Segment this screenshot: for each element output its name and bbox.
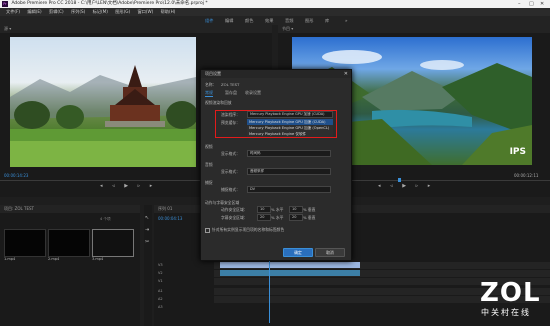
tab-ingest-settings[interactable]: 收录设置 xyxy=(245,90,261,96)
track-v3-label: V3 xyxy=(158,263,163,267)
audio-clip[interactable] xyxy=(220,270,360,276)
section-audio-heading: 音频 xyxy=(205,162,213,167)
show-names-option[interactable]: 针对所有实例显示项目项的名称和标签颜色 xyxy=(205,227,284,233)
title-safe-vertical-unit: % 垂直 xyxy=(303,215,316,220)
workspace-tab-assembly[interactable]: 组件 xyxy=(205,16,213,25)
title-safe-horizontal-unit: % 水平 xyxy=(271,215,284,220)
selection-tool-icon[interactable]: ↖ xyxy=(145,215,149,221)
title-safe-vertical-input[interactable]: 20 xyxy=(289,214,303,221)
program-monitor-header: 节目 ▾ xyxy=(278,25,550,33)
menu-help[interactable]: 帮助(H) xyxy=(161,9,176,14)
title-bar: Pr Adobe Premiere Pro CC 2018 - C:\用户\LE… xyxy=(0,0,550,8)
source-monitor-header: 源 ▾ xyxy=(0,25,272,33)
action-safe-horizontal-input[interactable]: 10 xyxy=(257,206,271,213)
action-safe-vertical-input[interactable]: 10 xyxy=(289,206,303,213)
capture-format-label: 捕捉格式： xyxy=(221,187,240,192)
source-timecode: 00:00:14:23 xyxy=(4,173,29,178)
program-transport-controls[interactable]: ◂ ◃ ▶ ▹ ▸ xyxy=(378,183,434,189)
workspace-tab-graphics[interactable]: 图形 xyxy=(305,16,313,25)
title-safe-horizontal-input[interactable]: 20 xyxy=(257,214,271,221)
project-item-label-1: 1.mp4 xyxy=(4,257,16,261)
track-a2-label: A2 xyxy=(158,297,163,301)
timeline-timecode: 00:00:04:13 xyxy=(158,216,183,221)
source-transport-controls[interactable]: ◂ ◃ ▶ ▹ ▸ xyxy=(100,183,156,189)
dialog-title: 项目设置 xyxy=(201,70,351,78)
ips-watermark: IPS xyxy=(509,147,526,157)
source-video-frame xyxy=(10,37,198,167)
ok-button[interactable]: 确定 xyxy=(283,248,313,257)
dialog-close-icon[interactable]: ✕ xyxy=(344,70,348,78)
track-select-icon[interactable]: ⇥ xyxy=(145,227,149,233)
video-display-format-label: 显示格式： xyxy=(221,151,240,156)
project-panel: 项目: ZOL TEST 4 个项 1.mp4 2.mp4 3.mp4 xyxy=(0,205,140,326)
track-a1-label: A1 xyxy=(158,289,163,293)
tools-panel: ↖ ⇥ ✂ xyxy=(144,205,152,326)
audio-display-format-select[interactable]: 音频采样 xyxy=(247,168,331,175)
razor-tool-icon[interactable]: ✂ xyxy=(145,239,149,245)
zol-logo: ZOL xyxy=(480,278,541,308)
project-item-label-3: 3.mp4 xyxy=(92,257,104,261)
menu-clip[interactable]: 剪辑(C) xyxy=(49,9,64,14)
renderer-select[interactable]: Mercury Playback Engine GPU 加速 (CUDA) xyxy=(247,111,333,118)
project-thumbnail-2[interactable] xyxy=(48,229,90,257)
menu-bar: 文件(F) 编辑(E) 剪辑(C) 序列(S) 标记(M) 图形(G) 窗口(W… xyxy=(0,8,550,16)
workspace-tab-effects[interactable]: 效果 xyxy=(265,16,273,25)
premiere-logo: Pr xyxy=(2,1,8,7)
show-names-checkbox[interactable] xyxy=(205,227,210,233)
project-name-label: 名称： xyxy=(205,82,217,87)
show-names-checkbox-label: 针对所有实例显示项目项的名称和标签颜色 xyxy=(212,227,285,232)
program-duration: 00:00:12:11 xyxy=(514,173,539,178)
track-a3-label: A3 xyxy=(158,305,163,309)
action-safe-vertical-unit: % 垂直 xyxy=(303,207,316,212)
cancel-button[interactable]: 取消 xyxy=(315,248,345,257)
action-safe-horizontal-unit: % 水平 xyxy=(271,207,284,212)
project-thumbnail-3[interactable] xyxy=(92,229,134,257)
minimize-icon[interactable]: – xyxy=(518,0,521,8)
action-safe-label: 动作安全区域： xyxy=(221,207,248,212)
church-image xyxy=(10,65,198,167)
menu-sequence[interactable]: 序列(S) xyxy=(71,9,85,14)
track-v2-label: V2 xyxy=(158,271,163,275)
window-title: Adobe Premiere Pro CC 2018 - C:\用户\LEN\文… xyxy=(11,1,208,6)
workspace-bar: 组件 编辑 颜色 效果 音频 图形 库 » xyxy=(0,16,550,25)
audio-display-format-label: 显示格式： xyxy=(221,169,240,174)
project-panel-header: 项目: ZOL TEST xyxy=(0,205,140,213)
workspace-tab-editing[interactable]: 编辑 xyxy=(225,16,233,25)
project-name-value: ZOL TEST xyxy=(221,82,240,87)
project-item-count: 4 个项 xyxy=(100,217,111,221)
menu-marker[interactable]: 标记(M) xyxy=(93,9,108,14)
workspace-tab-audio[interactable]: 音频 xyxy=(285,16,293,25)
section-safe-margins-heading: 动作与字幕安全区域 xyxy=(205,200,240,205)
menu-edit[interactable]: 编辑(E) xyxy=(27,9,41,14)
project-item-label-2: 2.mp4 xyxy=(48,257,60,261)
menu-file[interactable]: 文件(F) xyxy=(6,9,20,14)
renderer-option-software[interactable]: Mercury Playback Engine 仅软件 xyxy=(247,131,333,137)
section-render-heading: 视频渲染和回放 xyxy=(205,100,232,105)
zol-subtitle: 中关村在线 xyxy=(481,308,531,317)
menu-window[interactable]: 窗口(W) xyxy=(137,9,153,14)
renderer-label: 渲染程序： xyxy=(221,112,240,117)
section-capture-heading: 捕捉 xyxy=(205,180,213,185)
close-icon[interactable]: ✕ xyxy=(540,0,544,8)
track-v1-label: V1 xyxy=(158,279,163,283)
workspace-tab-libraries[interactable]: 库 xyxy=(325,16,329,25)
workspace-tab-color[interactable]: 颜色 xyxy=(245,16,253,25)
tab-general[interactable]: 常规 xyxy=(205,90,213,97)
maximize-icon[interactable]: □ xyxy=(529,0,534,8)
workspace-more-icon[interactable]: » xyxy=(345,16,348,25)
capture-format-select[interactable]: DV xyxy=(247,186,331,193)
video-clip[interactable] xyxy=(220,262,360,268)
project-thumbnail-1[interactable] xyxy=(4,229,46,257)
video-display-format-select[interactable]: 时间码 xyxy=(247,150,331,157)
program-playhead[interactable] xyxy=(398,178,401,182)
section-video-heading: 视频 xyxy=(205,144,213,149)
title-safe-label: 字幕安全区域： xyxy=(221,215,248,220)
project-settings-dialog: 项目设置 ✕ 名称： ZOL TEST 常规 暂存盘 收录设置 视频渲染和回放 … xyxy=(200,69,352,261)
tab-scratch-disks[interactable]: 暂存盘 xyxy=(225,90,237,96)
menu-graphics[interactable]: 图形(G) xyxy=(115,9,130,14)
preview-cache-label: 预览缓存： xyxy=(221,120,240,125)
